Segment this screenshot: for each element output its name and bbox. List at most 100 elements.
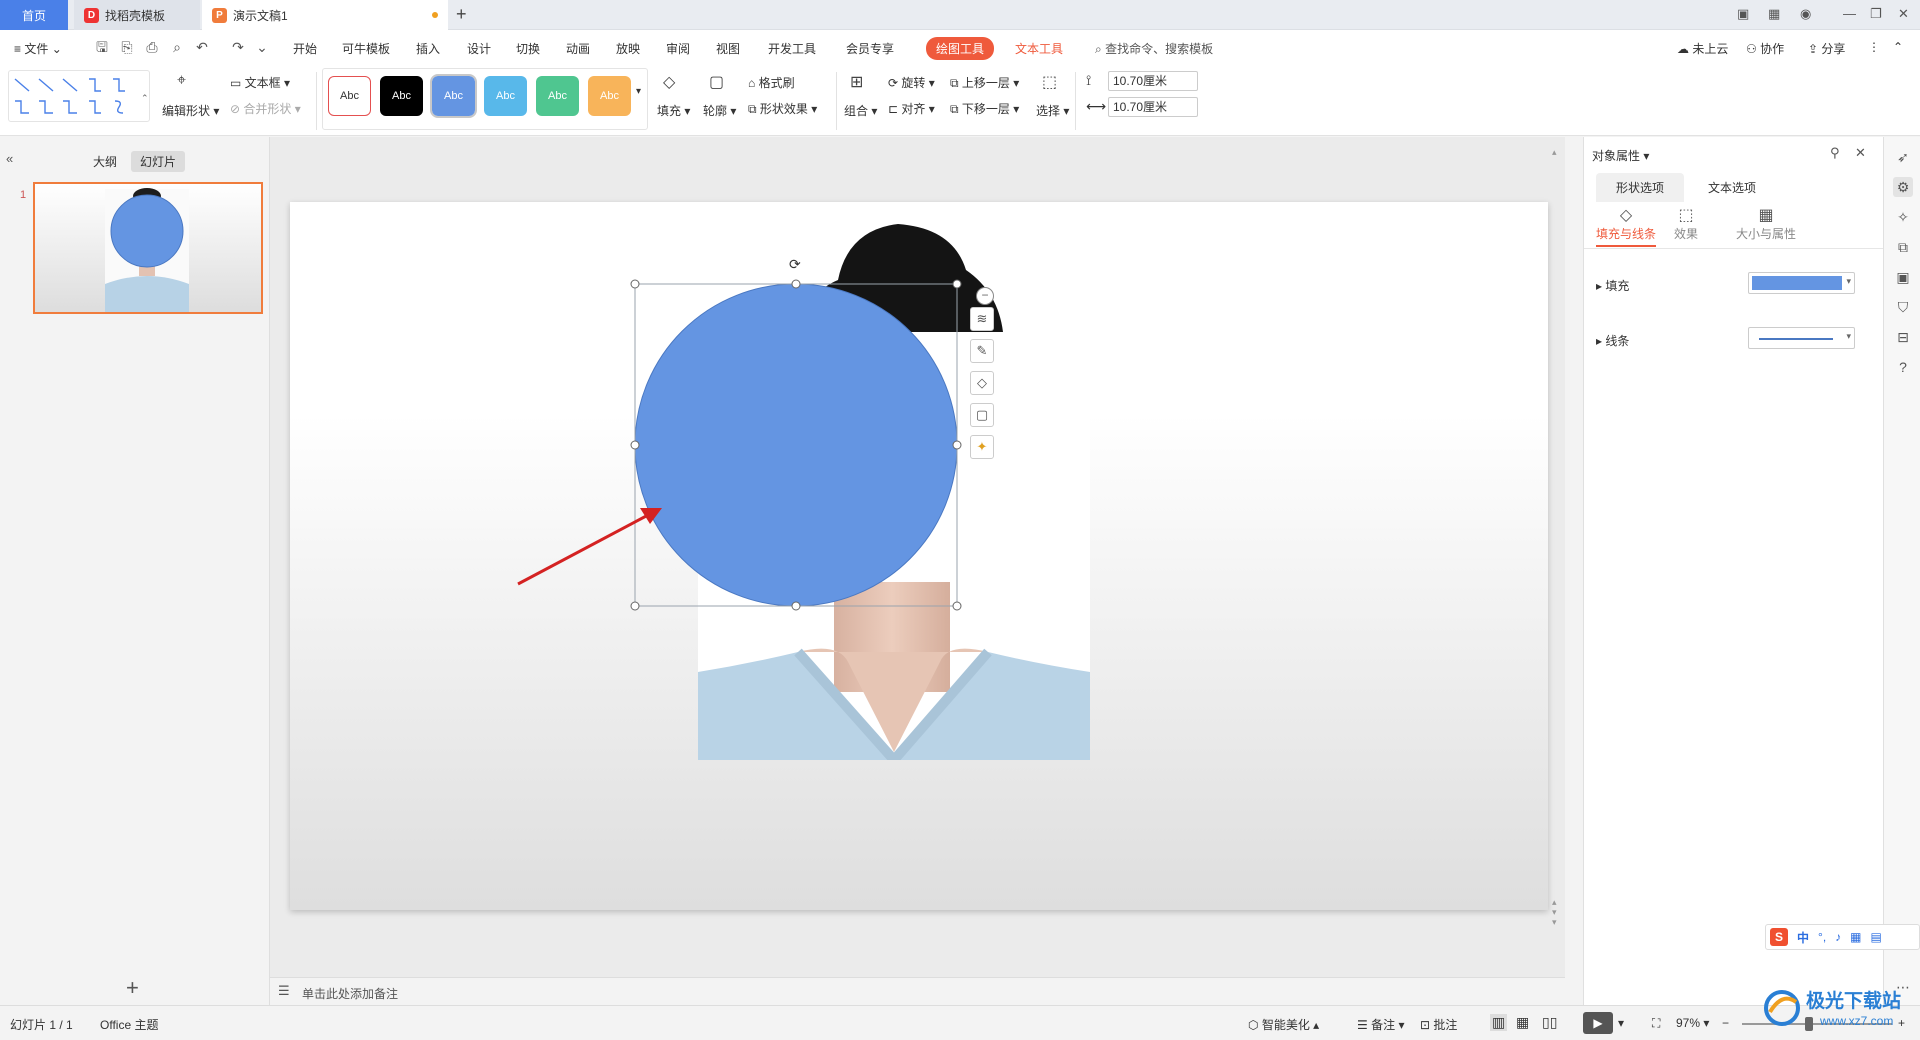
group-button[interactable]: 组合 ▾ bbox=[844, 102, 877, 119]
apps-grid-icon[interactable]: ▦ bbox=[1768, 6, 1780, 22]
pen-icon[interactable]: ✎ bbox=[970, 339, 994, 363]
subtab-size[interactable]: ▦ 大小与属性 bbox=[1736, 205, 1796, 242]
fill-color-dropdown[interactable]: ▾ bbox=[1748, 272, 1855, 294]
rotate-button[interactable]: ⟳ 旋转 ▾ bbox=[888, 74, 935, 91]
style-preset-outline[interactable]: Abc bbox=[328, 76, 371, 116]
menu-text-tools[interactable]: 文本工具 bbox=[1015, 40, 1063, 57]
comments-button[interactable]: ⊡ 批注 bbox=[1420, 1016, 1457, 1033]
lightbulb-icon[interactable]: ✦ bbox=[970, 435, 994, 459]
theme-name[interactable]: Office 主题 bbox=[100, 1016, 158, 1033]
panel-close-icon[interactable]: ✕ bbox=[1855, 145, 1866, 161]
notes-bar[interactable]: ☰ 单击此处添加备注 bbox=[270, 977, 1565, 1005]
resize-handle-b[interactable] bbox=[791, 601, 801, 611]
zoom-out-icon[interactable]: − bbox=[1722, 1016, 1729, 1030]
tab-templates[interactable]: D 找稻壳模板 bbox=[74, 0, 200, 30]
file-menu[interactable]: ≡ 文件 ⌄ bbox=[14, 40, 62, 57]
shape-selection[interactable]: ⟳ bbox=[620, 252, 1080, 672]
align-button[interactable]: ⊏ 对齐 ▾ bbox=[888, 100, 935, 117]
menu-design[interactable]: 设计 bbox=[467, 40, 491, 57]
cloud-status-button[interactable]: ☁ 未上云 bbox=[1677, 40, 1728, 57]
shape-effects-button[interactable]: ⧉ 形状效果 ▾ bbox=[748, 100, 817, 117]
menu-templates[interactable]: 可牛模板 bbox=[342, 40, 390, 57]
send-backward-button[interactable]: ⧉ 下移一层 ▾ bbox=[950, 100, 1019, 117]
ime-toolbar[interactable]: S 中 °, ♪ ▦ ▤ bbox=[1765, 924, 1920, 950]
blue-circle-shape[interactable] bbox=[634, 283, 958, 607]
punctuation-icon[interactable]: °, bbox=[1818, 930, 1826, 944]
outline-float-icon[interactable]: ▢ bbox=[970, 403, 994, 427]
play-options-icon[interactable]: ▾ bbox=[1618, 1016, 1624, 1030]
more-icon[interactable]: ⋮ bbox=[1868, 40, 1880, 54]
style-preset-blue[interactable]: Abc bbox=[430, 74, 477, 118]
reading-view-icon[interactable]: ▯▯ bbox=[1542, 1014, 1557, 1031]
play-slideshow-button[interactable]: ▶ bbox=[1583, 1012, 1613, 1034]
slide[interactable]: ⟳ − ≋ ✎ ◇ ▢ ✦ bbox=[290, 202, 1548, 910]
avatar[interactable]: ◉ bbox=[1800, 6, 1811, 22]
menu-drawing-tools[interactable]: 绘图工具 bbox=[926, 37, 995, 60]
tab-outline[interactable]: 大纲 bbox=[84, 151, 126, 172]
tab-text-options[interactable]: 文本选项 bbox=[1688, 173, 1776, 202]
animation-icon[interactable]: ✧ bbox=[1893, 207, 1913, 227]
quick-access-more-icon[interactable]: ⌄ bbox=[254, 39, 270, 55]
add-slide-button[interactable]: + bbox=[126, 975, 139, 1001]
style-preset-green[interactable]: Abc bbox=[536, 76, 579, 116]
line-shape-gallery[interactable]: ⌃⌄ bbox=[8, 70, 156, 122]
style-preset-lightblue[interactable]: Abc bbox=[484, 76, 527, 116]
command-search[interactable]: ⌕ 查找命令、搜索模板 bbox=[1095, 40, 1213, 57]
book-icon[interactable]: ⊟ bbox=[1893, 327, 1913, 347]
new-tab-button[interactable]: + bbox=[456, 4, 467, 25]
subtab-fill-line[interactable]: ◇ 填充与线条 bbox=[1596, 205, 1657, 247]
outline-button[interactable]: 轮廓 ▾ bbox=[703, 102, 736, 119]
fill-section-toggle[interactable]: ▸ 填充 bbox=[1596, 277, 1629, 294]
collapse-ribbon-icon[interactable]: ⌃ bbox=[1893, 40, 1903, 54]
tab-slides[interactable]: 幻灯片 bbox=[131, 151, 186, 172]
menu-slideshow[interactable]: 放映 bbox=[616, 40, 640, 57]
beautify-button[interactable]: ⬡ 智能美化 ▴ bbox=[1248, 1016, 1319, 1033]
zoom-level[interactable]: 97% ▾ bbox=[1676, 1016, 1709, 1030]
menu-view[interactable]: 视图 bbox=[716, 40, 740, 57]
resize-handle-bl[interactable] bbox=[630, 601, 640, 611]
fit-window-icon[interactable]: ⛶ bbox=[1652, 1016, 1660, 1031]
tab-presentation[interactable]: P 演示文稿1 bbox=[202, 0, 448, 30]
scroll-page-controls[interactable]: ▴ ▾ ▾ bbox=[1552, 897, 1557, 927]
close-icon[interactable]: ✕ bbox=[1898, 6, 1909, 22]
notes-toggle-button[interactable]: ☰ 备注 ▾ bbox=[1357, 1016, 1404, 1033]
properties-icon[interactable]: ⚙ bbox=[1893, 177, 1913, 197]
undo-icon[interactable]: ↶ bbox=[194, 39, 210, 55]
menu-transition[interactable]: 切换 bbox=[516, 40, 540, 57]
resize-handle-r[interactable] bbox=[952, 440, 962, 450]
menu-animation[interactable]: 动画 bbox=[566, 40, 590, 57]
layer-icon[interactable]: ≋ bbox=[970, 307, 994, 331]
tab-shape-options[interactable]: 形状选项 bbox=[1596, 173, 1685, 202]
ime-menu-icon[interactable]: ▤ bbox=[1871, 930, 1882, 944]
menu-insert[interactable]: 插入 bbox=[416, 40, 440, 57]
print-icon[interactable]: ⎙ bbox=[144, 39, 160, 55]
preview-icon[interactable]: ⌕ bbox=[169, 39, 185, 55]
help-icon[interactable]: ? bbox=[1893, 357, 1913, 377]
style-gallery-more-icon[interactable]: ▾ bbox=[636, 86, 641, 97]
minimize-icon[interactable]: — bbox=[1843, 6, 1856, 21]
slide-thumbnail[interactable] bbox=[33, 182, 263, 314]
subtab-effect[interactable]: ⬚ 效果 bbox=[1674, 205, 1698, 242]
panel-title[interactable]: 对象属性 ▾ bbox=[1592, 147, 1649, 164]
layout-icon[interactable]: ▣ bbox=[1737, 6, 1749, 22]
collapse-panel-icon[interactable]: « bbox=[6, 151, 13, 166]
bring-forward-button[interactable]: ⧉ 上移一层 ▾ bbox=[950, 74, 1019, 91]
style-preset-black[interactable]: Abc bbox=[380, 76, 423, 116]
resize-handle-t[interactable] bbox=[791, 279, 801, 289]
transition-icon[interactable]: ⧉ bbox=[1893, 237, 1913, 257]
normal-view-icon[interactable]: ▥ bbox=[1490, 1014, 1508, 1031]
menu-developer[interactable]: 开发工具 bbox=[768, 40, 816, 57]
height-input[interactable]: 10.70厘米 bbox=[1108, 71, 1198, 91]
menu-vip[interactable]: 会员专享 bbox=[846, 40, 894, 57]
menu-start[interactable]: 开始 bbox=[293, 40, 317, 57]
rocket-icon[interactable]: ➶ bbox=[1893, 147, 1913, 167]
share-button[interactable]: ⇪ 分享 bbox=[1808, 40, 1845, 57]
image-tools-icon[interactable]: ▣ bbox=[1893, 267, 1913, 287]
rotate-handle-icon[interactable]: ⟳ bbox=[789, 256, 801, 272]
resize-handle-l[interactable] bbox=[630, 440, 640, 450]
collab-button[interactable]: ⚇ 协作 bbox=[1746, 40, 1784, 57]
shield-icon[interactable]: ⛉ bbox=[1893, 297, 1913, 317]
format-painter-button[interactable]: ⌂ 格式刷 bbox=[748, 74, 795, 91]
sorter-view-icon[interactable]: ▦ bbox=[1516, 1014, 1529, 1031]
edit-shape-button[interactable]: 编辑形状 ▾ bbox=[162, 102, 219, 119]
